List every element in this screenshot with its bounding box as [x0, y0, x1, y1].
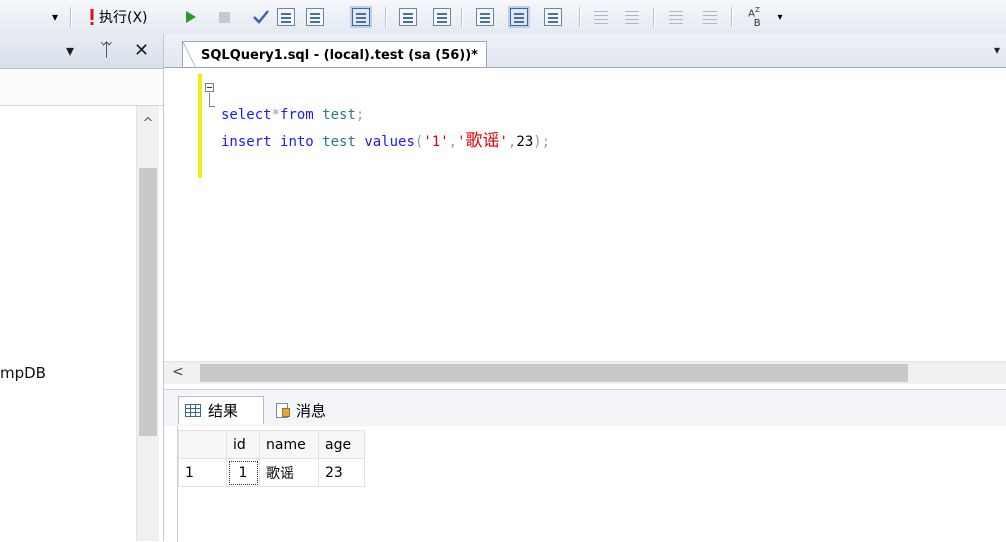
string-quote: '	[457, 134, 466, 150]
row-number-header[interactable]	[178, 430, 227, 459]
specify-values-icon[interactable]: AZ B	[741, 6, 767, 28]
toolbar-separator	[731, 7, 733, 27]
toolbar-separator	[461, 7, 463, 27]
results-to-text-icon[interactable]	[348, 6, 374, 28]
panel-dropdown-icon[interactable]: ▾	[66, 40, 74, 62]
comment-icon[interactable]	[591, 6, 611, 28]
keyword: values	[364, 134, 415, 150]
panel-header: ▾ ᛠ ✕	[0, 34, 163, 69]
tab-messages-label: 消息	[296, 401, 327, 420]
horizontal-scrollbar[interactable]: <	[164, 361, 1006, 384]
tab-results-label: 结果	[208, 402, 239, 420]
results-pane: 结果 消息 id name age 1 1 歌谣 23	[164, 389, 1006, 542]
stop-icon[interactable]	[216, 6, 232, 28]
query-editor-area: SQLQuery1.sql - (local).test (sa (56))* …	[164, 34, 1006, 542]
client-stats-icon[interactable]	[432, 6, 452, 28]
results-to-grid-icon[interactable]	[474, 6, 496, 28]
tab-title: SQLQuery1.sql - (local).test (sa (56))*	[201, 48, 478, 63]
tab-results[interactable]: 结果	[178, 396, 264, 424]
panel-toolbar	[0, 69, 163, 106]
operator: );	[533, 134, 551, 150]
decrease-indent-icon[interactable]	[666, 6, 686, 28]
toolbar-separator	[70, 7, 72, 27]
table-row: 1 1 歌谣 23	[178, 458, 365, 487]
tab-sqlquery1[interactable]: SQLQuery1.sql - (local).test (sa (56))*	[182, 41, 487, 69]
string-literal: 歌谣	[465, 131, 500, 151]
keyword: from	[280, 107, 314, 123]
toolbar-overflow-icon[interactable]: ▾	[774, 6, 786, 28]
string-literal: '1'	[423, 134, 449, 150]
vertical-scrollbar[interactable]: ^	[136, 106, 159, 541]
keyword: select	[221, 107, 272, 123]
collapse-icon[interactable]	[205, 83, 214, 92]
outline-margin	[202, 74, 215, 178]
execute-button[interactable]: 执行(X)	[99, 6, 148, 28]
code-line-2: insert into test values('1','歌谣',23);	[221, 132, 550, 151]
pin-icon[interactable]: ᛠ	[101, 40, 112, 62]
include-plan-icon[interactable]	[398, 6, 418, 28]
uncomment-icon[interactable]	[622, 6, 642, 28]
object-explorer-panel: ▾ ᛠ ✕ ^ mpDB	[0, 34, 164, 541]
results-to-file-icon[interactable]	[506, 6, 532, 28]
toolbar-separator	[385, 7, 387, 27]
identifier: test	[322, 134, 356, 150]
row-number[interactable]: 1	[178, 458, 227, 487]
fold-end	[209, 106, 215, 107]
keyword: insert	[221, 134, 272, 150]
scroll-up-icon[interactable]: ^	[137, 116, 159, 131]
operator: ,	[448, 134, 458, 150]
query-designer-icon[interactable]	[305, 6, 325, 28]
document-tab-strip: SQLQuery1.sql - (local).test (sa (56))* …	[164, 34, 1006, 69]
number-literal: 23	[516, 134, 534, 150]
results-tab-strip: 结果 消息	[164, 390, 1006, 426]
execute-label: 执行(X)	[99, 10, 148, 26]
tab-list-dropdown-icon[interactable]: ▾	[994, 43, 1000, 57]
grid-cell[interactable]: 1	[226, 458, 260, 487]
grid-header-row: id name age	[178, 430, 365, 459]
query-toolbar: ▾ 执行(X) AZ B ▾	[0, 0, 1006, 35]
toolbar-separator	[579, 7, 581, 27]
code-line-1: select*from test;	[221, 106, 364, 124]
tree-item[interactable]: mpDB	[0, 364, 46, 382]
parse-checkmark-icon[interactable]	[252, 6, 270, 28]
dropdown-arrow-icon[interactable]: ▾	[48, 6, 62, 28]
keyword: into	[280, 134, 314, 150]
scrollbar-thumb[interactable]	[200, 364, 908, 382]
identifier: test	[322, 107, 356, 123]
grid-cell[interactable]: 23	[318, 458, 365, 487]
scroll-left-icon[interactable]: <	[172, 364, 184, 380]
column-header[interactable]: name	[259, 430, 319, 459]
close-icon[interactable]: ✕	[134, 40, 149, 62]
string-quote: '	[499, 134, 508, 150]
toolbar-separator	[653, 7, 655, 27]
column-header[interactable]: id	[226, 430, 260, 459]
fold-line	[209, 93, 210, 107]
operator: ;	[355, 107, 365, 123]
debug-play-icon[interactable]	[183, 6, 199, 28]
scrollbar-thumb[interactable]	[139, 168, 157, 436]
execute-exclamation-icon[interactable]	[86, 6, 98, 28]
grid-cell[interactable]: 歌谣	[259, 458, 319, 487]
column-header[interactable]: age	[318, 430, 365, 459]
code-editor[interactable]: select*from test; insert into test value…	[164, 68, 1006, 394]
tab-messages[interactable]: 消息	[268, 396, 348, 424]
operator: *	[271, 107, 281, 123]
grid-icon	[185, 404, 201, 417]
specify-values-grid-icon[interactable]	[542, 6, 564, 28]
message-icon	[274, 402, 290, 418]
results-grid[interactable]: id name age 1 1 歌谣 23	[178, 430, 365, 487]
increase-indent-icon[interactable]	[700, 6, 720, 28]
display-plan-icon[interactable]	[276, 6, 296, 28]
